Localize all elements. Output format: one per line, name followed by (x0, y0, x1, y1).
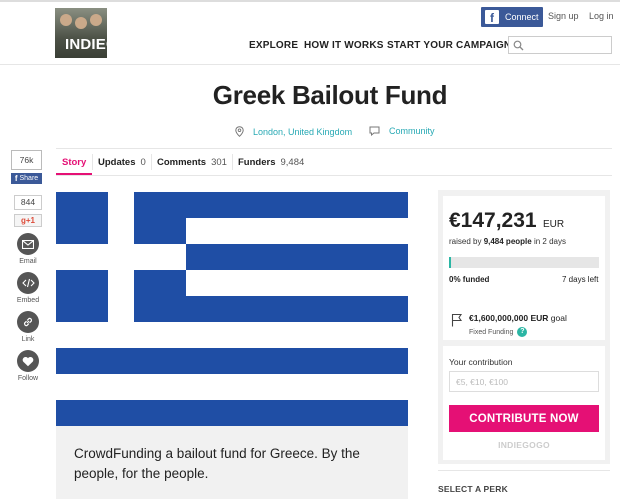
raised-by-text: raised by 9,484 people in 2 days (449, 237, 566, 246)
location-pin-icon (235, 126, 244, 137)
raised-prefix: raised by (449, 237, 484, 246)
location-text: London, United Kingdom (253, 126, 353, 137)
tab-label: Comments (157, 157, 207, 168)
campaign-category[interactable]: Community (369, 126, 435, 136)
connect-label: Connect (505, 12, 539, 22)
nav-explore[interactable]: EXPLORE (249, 40, 298, 51)
email-icon (22, 239, 34, 249)
funded-percent: 0% funded (449, 275, 489, 284)
progress-bar-fill (449, 257, 452, 268)
goal-suffix: goal (548, 313, 567, 323)
flag-stripe (56, 348, 408, 374)
tab-updates[interactable]: Updates 0 (98, 157, 146, 168)
help-icon[interactable]: ? (517, 327, 528, 337)
goal-flag-icon (451, 313, 463, 327)
contribution-label: Your contribution (449, 357, 513, 367)
contribute-now-button[interactable]: CONTRIBUTE NOW (449, 405, 599, 432)
tab-count: 0 (140, 157, 146, 168)
logo-person (75, 17, 87, 29)
logo-person (60, 14, 72, 26)
gplus-button[interactable]: g+1 (14, 214, 42, 227)
header-divider (0, 64, 620, 65)
tab-separator (232, 154, 233, 170)
tab-count: 9,484 (280, 157, 305, 168)
facebook-icon: f (14, 174, 18, 183)
email-button[interactable] (17, 233, 39, 255)
follow-label: Follow (17, 375, 39, 382)
nav-how-it-works[interactable]: HOW IT WORKS (304, 40, 384, 51)
funder-count: 9,484 people (483, 237, 532, 246)
tab-label: Updates (98, 157, 136, 168)
tag-icon (369, 126, 380, 136)
gplus-count: 844 (14, 195, 42, 210)
heart-icon (22, 356, 34, 366)
search-icon (513, 40, 524, 51)
link-label: Link (21, 336, 35, 343)
select-perk-heading: SELECT A PERK (438, 484, 508, 494)
email-label: Email (19, 258, 37, 265)
facebook-share-button[interactable]: f Share (11, 173, 42, 184)
campaign-image-greek-flag (56, 192, 408, 426)
goal-amount: €1,600,000,000 EUR (469, 313, 549, 323)
flag-cross-horizontal (56, 244, 186, 270)
tab-label: Funders (238, 157, 276, 168)
amount-currency: EUR (543, 219, 565, 230)
embed-label: Embed (16, 297, 40, 304)
login-link[interactable]: Log in (589, 11, 614, 21)
campaign-location[interactable]: London, United Kingdom (235, 126, 352, 137)
contribution-amount-input[interactable] (449, 371, 599, 392)
logo-wordmark: INDIEGOGO (65, 36, 153, 53)
signup-link[interactable]: Sign up (548, 11, 579, 21)
indiegogo-footer-logo: INDIEGOGO (498, 440, 550, 450)
tab-count: 301 (211, 157, 227, 168)
share-label: Share (19, 175, 39, 182)
tab-separator (92, 154, 93, 170)
campaign-title: Greek Bailout Fund (212, 80, 448, 110)
tab-separator (151, 154, 152, 170)
top-border (0, 0, 620, 2)
tabs-bottom-divider (56, 175, 612, 176)
follow-button[interactable] (17, 350, 39, 372)
tab-label: Story (62, 157, 87, 168)
days-left: 7 days left (562, 275, 599, 284)
funding-goal: €1,600,000,000 EUR goal (469, 313, 567, 323)
site-logo[interactable]: INDIEGOGO (55, 8, 153, 58)
facebook-icon: f (485, 10, 499, 24)
embed-button[interactable] (17, 272, 39, 294)
facebook-share-count: 76k (11, 150, 42, 170)
link-icon (23, 317, 33, 327)
tabs-top-divider (56, 148, 612, 149)
progress-bar (449, 257, 599, 268)
fixed-funding: Fixed Funding ? (469, 327, 528, 337)
logo-person (90, 14, 102, 26)
search-input[interactable] (508, 36, 612, 54)
funded-text: 0% funded (449, 275, 490, 284)
nav-start-campaign[interactable]: START YOUR CAMPAIGN (387, 40, 511, 51)
tab-comments[interactable]: Comments 301 (157, 157, 227, 168)
tab-funders[interactable]: Funders 9,484 (238, 157, 304, 168)
amount-raised: €147,231 (449, 209, 537, 232)
link-button[interactable] (17, 311, 39, 333)
fixed-funding-label: Fixed Funding (469, 328, 514, 336)
perk-divider (438, 470, 610, 471)
facebook-connect-button[interactable]: f Connect (481, 7, 543, 27)
embed-icon (21, 278, 35, 288)
flag-stripe (56, 400, 408, 426)
tab-story[interactable]: Story (62, 157, 86, 168)
raised-suffix: in 2 days (531, 237, 566, 246)
category-text: Community (389, 126, 435, 136)
campaign-description: CrowdFunding a bailout fund for Greece. … (74, 446, 360, 481)
